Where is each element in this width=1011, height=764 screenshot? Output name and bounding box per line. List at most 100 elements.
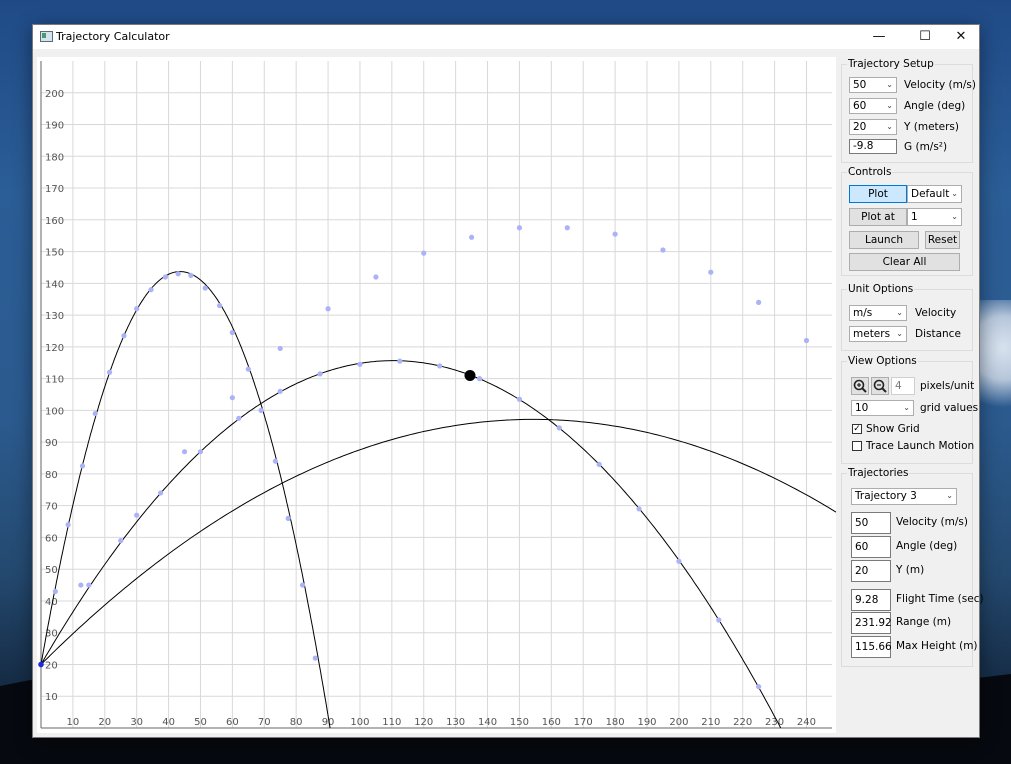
reset-button[interactable]: Reset [925,231,960,249]
trace-launch-checkbox[interactable] [852,441,862,451]
trajectory-point [756,684,762,690]
trajectory-velocity-input[interactable]: 50 [851,512,891,534]
gravity-input[interactable]: -9.8 [849,139,897,154]
trace-launch-label: Trace Launch Motion [866,440,975,452]
x-tick-label: 150 [510,717,529,728]
chevron-down-icon: ⌄ [951,189,958,198]
plot-mode-select[interactable]: Default ⌄ [907,185,962,203]
trajectory-point [217,302,223,309]
trajectory-select[interactable]: Trajectory 3 ⌄ [851,488,957,505]
range-label: Range (m) [896,616,952,628]
grid-values-select[interactable]: 10 ⌄ [851,400,914,416]
zoom-in-button[interactable] [851,377,869,395]
angle-select[interactable]: 60 ⌄ [849,98,897,114]
x-tick-label: 240 [797,717,816,728]
trajectory-point [357,361,363,367]
trajectory-point [708,269,714,275]
x-tick-label: 160 [542,717,561,728]
launch-origin-point [38,661,44,668]
close-button[interactable]: ✕ [943,25,979,49]
trajectory-point [556,425,562,431]
show-grid-label: Show Grid [866,423,920,435]
window-title: Trajectory Calculator [56,30,170,43]
trajectory-y-input[interactable]: 20 [851,560,891,582]
trajectory-point [258,407,264,413]
chevron-down-icon: ⌄ [903,403,910,412]
controls-title: Controls [847,166,893,178]
max-height-field: 115.66 [851,636,892,658]
velocity-unit-select[interactable]: m/s ⌄ [849,305,907,321]
projectile-marker[interactable] [464,369,476,381]
pixels-per-unit-input[interactable]: 4 [891,377,915,395]
chevron-down-icon: ⌄ [896,329,903,338]
minimize-button[interactable]: — [861,25,897,49]
trajectory-point [86,582,92,588]
distance-unit-select[interactable]: meters ⌄ [849,326,907,342]
chevron-down-icon: ⌄ [886,101,893,110]
velocity-select-value: 50 [853,79,867,91]
velocity-select[interactable]: 50 ⌄ [849,77,897,93]
x-tick-label: 100 [350,717,369,728]
plot-canvas[interactable]: 10 20 30 40 50 60 70 80 90 100 110 120 130 140 150 160 1… [37,57,836,733]
velocity-unit-value: m/s [853,307,873,319]
trajectory-point [65,522,71,528]
x-tick-label: 120 [414,717,433,728]
trajectory-point [516,396,523,402]
trajectory-point [636,506,642,512]
plot-button[interactable]: Plot [849,185,907,203]
trajectories-group: Trajectories Trajectory 3 ⌄ 50 Velocity (… [841,467,984,667]
plot-at-button[interactable]: Plot at [849,208,907,226]
trajectory-chart[interactable]: 10 20 30 40 50 60 70 80 90 100 110 120 130 140 150 160 1… [37,57,836,733]
trajectory-point [468,234,475,240]
velocity-unit-label: Velocity [915,307,957,319]
trajectory-point [148,287,154,293]
y-tick-label: 90 [45,438,58,449]
trajectory-setup-group: Trajectory Setup 50 ⌄ Velocity (m/s) 60 ⌄ … [841,58,976,163]
zoom-out-button[interactable] [871,377,889,395]
trajectory-point [202,285,208,291]
x-tick-label: 50 [194,717,207,728]
trajectory-point [397,358,403,364]
chevron-down-icon: ⌄ [886,122,893,131]
x-tick-label: 170 [574,717,593,728]
trajectory-point [476,376,483,382]
trajectory-point [229,395,235,401]
chevron-down-icon: ⌄ [951,212,958,221]
grid-values-value: 10 [855,402,869,414]
x-tick-label: 190 [637,717,656,728]
y-select[interactable]: 20 ⌄ [849,119,897,135]
trajectory-point [162,274,168,280]
trajectory-curve-2 [40,360,782,729]
clear-all-button[interactable]: Clear All [849,253,960,271]
trajectory-point [52,588,58,595]
y-tick-label: 150 [45,248,64,259]
x-tick-label: 20 [98,717,111,728]
trajectory-point [236,415,242,421]
y-tick-label: 130 [45,311,64,322]
trajectory-point [245,366,251,372]
y-tick-label: 170 [45,184,64,195]
plot-at-select[interactable]: 1 ⌄ [907,208,962,226]
x-tick-label: 30 [130,717,143,728]
trajectory-angle-label: Angle (deg) [896,540,958,552]
trajectory-point [134,306,140,312]
max-height-label: Max Height (m) [896,640,978,652]
app-icon [40,31,53,42]
title-bar[interactable]: Trajectory Calculator — ☐ ✕ [33,25,979,49]
trajectory-point [312,655,318,661]
view-options-group: View Options 4 pixels/unit 10 ⌄ grid valu… [841,355,978,464]
velocity-label: Velocity (m/s) [904,79,976,91]
chevron-down-icon: ⌄ [946,491,953,500]
maximize-button[interactable]: ☐ [907,25,943,49]
trajectory-point [106,369,113,375]
chevron-down-icon: ⌄ [896,308,903,317]
trajectory-point [78,582,84,588]
trajectory-angle-input[interactable]: 60 [851,536,891,558]
show-grid-checkbox[interactable]: ✓ [852,424,862,434]
x-tick-label: 220 [733,717,752,728]
x-tick-label: 10 [67,717,80,728]
launch-button[interactable]: Launch [849,231,919,249]
trajectory-point [676,558,682,564]
trajectory-select-value: Trajectory 3 [855,490,917,502]
trajectory-point [516,225,523,231]
